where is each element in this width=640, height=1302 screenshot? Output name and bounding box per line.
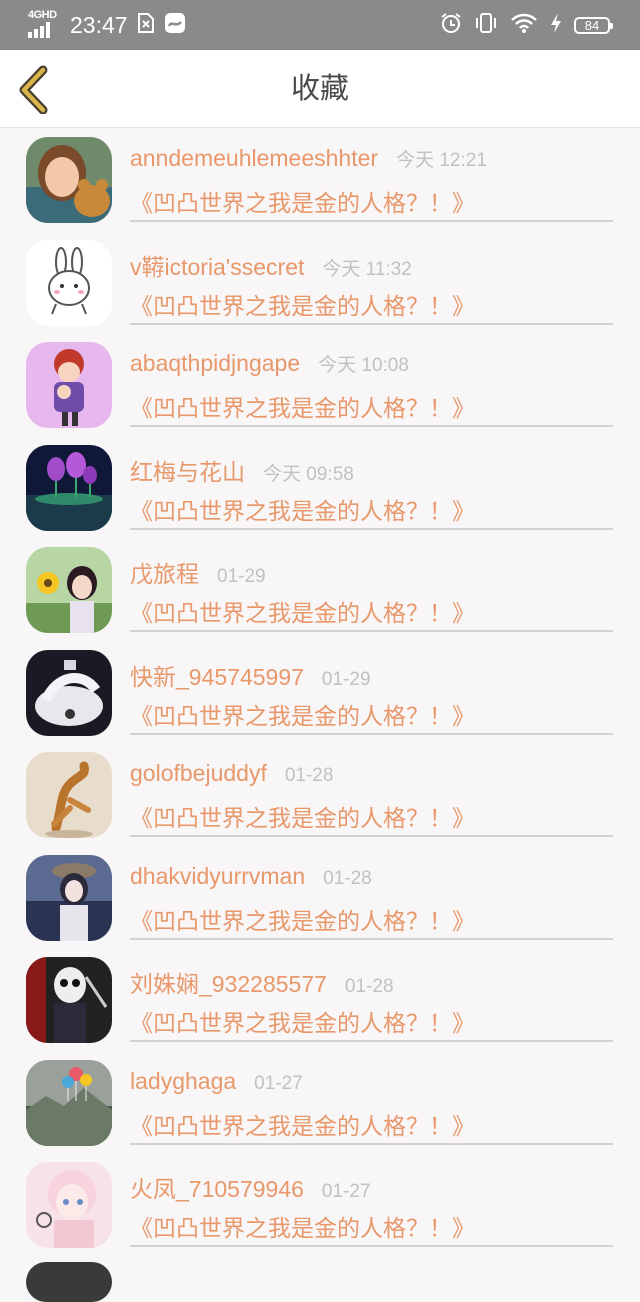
username[interactable]: ladyghaga (130, 1068, 236, 1095)
page-title: 收藏 (290, 71, 349, 105)
book-title-link[interactable]: 《凹凸世界之我是金的人格？！》 (130, 799, 475, 833)
avatar[interactable] (26, 957, 112, 1043)
list-item[interactable]: abaqthpidjngape 今天 10:08 《凹凸世界之我是金的人格？！》 (0, 333, 640, 436)
list-item[interactable]: v鞯ictoria'ssecret 今天 11:32 《凹凸世界之我是金的人格？… (0, 231, 640, 334)
avatar[interactable] (26, 342, 112, 428)
username[interactable]: abaqthpidjngape (130, 350, 300, 377)
battery-icon: 84 (574, 16, 613, 34)
timestamp: 今天 10:08 (318, 355, 409, 376)
avatar[interactable] (26, 752, 112, 838)
cellular-signal-icon: 4GHD (26, 9, 60, 40)
charging-icon (550, 12, 562, 38)
notification-app-icon (164, 12, 186, 38)
username[interactable]: golofbejuddyf (130, 760, 267, 787)
book-title-link[interactable]: 《凹凸世界之我是金的人格？！》 (130, 1209, 475, 1243)
username[interactable]: 红梅与花山 (130, 453, 245, 487)
list-item[interactable]: 快新_945745997 01-29 《凹凸世界之我是金的人格？！》 (0, 641, 640, 744)
book-title-link[interactable]: 《凹凸世界之我是金的人格？！》 (130, 594, 475, 628)
list-item[interactable]: 红梅与花山 今天 09:58 《凹凸世界之我是金的人格？！》 (0, 436, 640, 539)
timestamp: 01-27 (321, 1181, 371, 1202)
username[interactable]: 戊旅程 (130, 555, 199, 589)
avatar[interactable] (26, 137, 112, 223)
list-item[interactable]: 戊旅程 01-29 《凹凸世界之我是金的人格？！》 (0, 538, 640, 641)
list-item[interactable]: dhakvidyurrvman 01-28 《凹凸世界之我是金的人格？！》 (0, 846, 640, 949)
timestamp: 01-28 (323, 867, 372, 889)
avatar[interactable] (26, 547, 112, 633)
avatar[interactable] (26, 444, 112, 531)
book-title-link[interactable]: 《凹凸世界之我是金的人格？！》 (130, 1107, 475, 1141)
avatar[interactable] (26, 239, 112, 326)
timestamp: 01-28 (344, 976, 394, 997)
avatar[interactable] (26, 1162, 112, 1248)
vibrate-icon (474, 12, 498, 38)
avatar[interactable] (26, 649, 112, 736)
wifi-icon (510, 12, 538, 38)
sim-icon (136, 12, 156, 38)
list-item[interactable]: anndemeuhlemeeshhter 今天 12:21 《凹凸世界之我是金的… (0, 128, 640, 231)
username[interactable]: 火凤_710579946 (130, 1170, 304, 1204)
avatar[interactable] (26, 1262, 112, 1302)
list-item[interactable]: ladyghaga 01-27 《凹凸世界之我是金的人格？！》 (0, 1051, 640, 1154)
timestamp: 今天 12:21 (396, 150, 487, 171)
list-item[interactable]: 刘姝娴_932285577 01-28 《凹凸世界之我是金的人格？！》 (0, 948, 640, 1051)
username[interactable]: v鞯ictoria'ssecret (130, 248, 304, 282)
status-time: 23:47 (70, 11, 128, 38)
alarm-icon (440, 12, 462, 38)
username[interactable]: 刘姝娴_932285577 (130, 965, 327, 999)
timestamp: 01-29 (321, 668, 371, 690)
username[interactable]: anndemeuhlemeeshhter (130, 145, 378, 172)
list-item[interactable]: 火凤_710579946 01-27 《凹凸世界之我是金的人格？！》 (0, 1153, 640, 1256)
nav-bar: 收藏 (0, 50, 640, 128)
book-title-link[interactable]: 《凹凸世界之我是金的人格？！》 (130, 389, 475, 423)
username[interactable]: dhakvidyurrvman (130, 863, 305, 890)
avatar[interactable] (26, 854, 112, 941)
book-title-link[interactable]: 《凹凸世界之我是金的人格？！》 (130, 902, 475, 936)
status-bar: 4GHD 23:47 84 (0, 0, 640, 50)
book-title-link[interactable]: 《凹凸世界之我是金的人格？！》 (130, 492, 475, 526)
timestamp: 01-27 (254, 1072, 303, 1094)
book-title-link[interactable]: 《凹凸世界之我是金的人格？！》 (130, 184, 475, 218)
timestamp: 01-28 (284, 765, 334, 786)
favorites-list: anndemeuhlemeeshhter 今天 12:21 《凹凸世界之我是金的… (0, 128, 640, 1256)
timestamp: 今天 09:58 (263, 463, 354, 485)
list-item[interactable]: golofbejuddyf 01-28 《凹凸世界之我是金的人格？！》 (0, 743, 640, 846)
book-title-link[interactable]: 《凹凸世界之我是金的人格？！》 (130, 1004, 475, 1038)
timestamp: 今天 11:32 (322, 258, 412, 280)
timestamp: 01-29 (217, 566, 266, 587)
avatar[interactable] (26, 1059, 112, 1146)
book-title-link[interactable]: 《凹凸世界之我是金的人格？！》 (130, 697, 475, 731)
book-title-link[interactable]: 《凹凸世界之我是金的人格？！》 (130, 287, 475, 321)
username[interactable]: 快新_945745997 (130, 658, 304, 692)
